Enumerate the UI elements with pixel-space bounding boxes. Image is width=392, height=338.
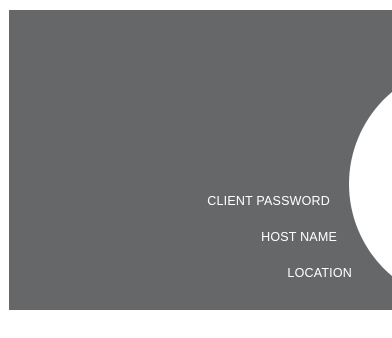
host-name-label[interactable]: HOST NAME (261, 230, 337, 244)
client-password-label[interactable]: CLIENT PASSWORD (207, 194, 330, 208)
location-label[interactable]: LOCATION (287, 266, 352, 280)
dark-panel: CLIENT PASSWORD HOST NAME LOCATION (9, 10, 392, 310)
circle-graphic (349, 64, 392, 304)
